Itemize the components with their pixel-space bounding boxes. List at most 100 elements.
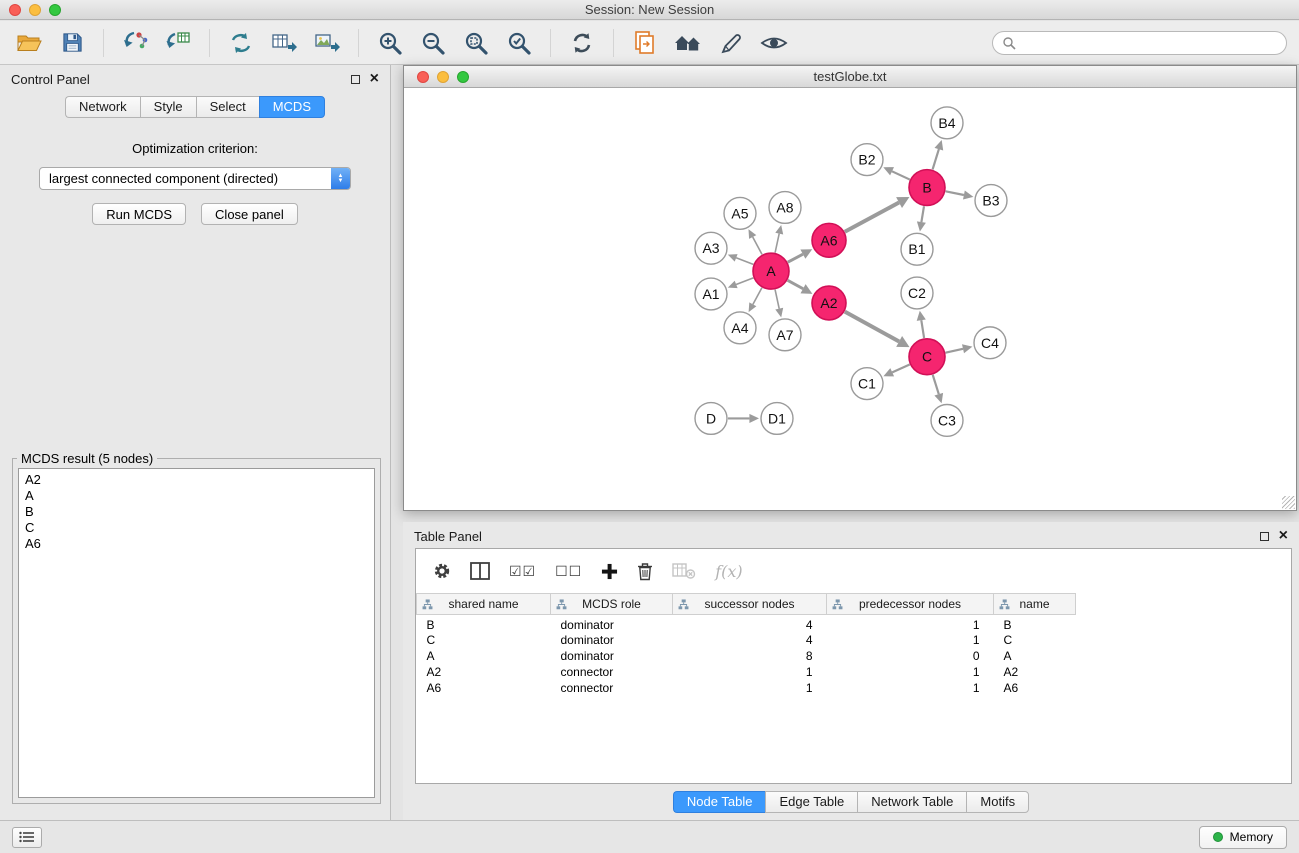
result-item[interactable]: B bbox=[25, 504, 368, 520]
close-panel-button[interactable]: Close panel bbox=[201, 203, 298, 225]
table-cell[interactable]: connector bbox=[551, 680, 673, 696]
graph-edge[interactable] bbox=[933, 140, 944, 169]
column-header[interactable]: shared name bbox=[417, 594, 551, 615]
table-cell[interactable]: 0 bbox=[827, 648, 994, 664]
graph-node[interactable]: A6 bbox=[812, 223, 846, 257]
graph-node[interactable]: A bbox=[753, 253, 789, 289]
graph-edge[interactable] bbox=[788, 249, 812, 262]
float-panel-icon[interactable] bbox=[351, 75, 360, 84]
result-item[interactable]: A6 bbox=[25, 536, 368, 552]
tab-network[interactable]: Network bbox=[65, 96, 140, 118]
import-network-button[interactable] bbox=[118, 24, 152, 62]
close-window-button[interactable] bbox=[9, 4, 21, 16]
graph-node[interactable]: A1 bbox=[695, 278, 727, 310]
graph-node[interactable]: B1 bbox=[901, 233, 933, 265]
task-history-button[interactable] bbox=[12, 827, 42, 848]
zoom-out-button[interactable] bbox=[416, 24, 450, 62]
import-table-button[interactable] bbox=[161, 24, 195, 62]
graph-edge[interactable] bbox=[845, 197, 910, 232]
graph-node[interactable]: B bbox=[909, 170, 945, 206]
table-cell[interactable]: 1 bbox=[827, 680, 994, 696]
close-table-panel-icon[interactable]: × bbox=[1279, 528, 1288, 544]
graph-edge[interactable] bbox=[775, 225, 783, 253]
mcds-result-list[interactable]: A2ABCA6 bbox=[18, 468, 375, 798]
table-cell[interactable]: 4 bbox=[673, 632, 827, 648]
graph-edge[interactable] bbox=[728, 254, 754, 264]
graph-edge[interactable] bbox=[917, 311, 926, 338]
delete-column-button[interactable] bbox=[637, 562, 653, 581]
search-input[interactable] bbox=[1021, 35, 1277, 50]
column-header[interactable]: name bbox=[994, 594, 1076, 615]
graph-node[interactable]: C4 bbox=[974, 327, 1006, 359]
graph-edge[interactable] bbox=[845, 312, 910, 347]
zoom-in-button[interactable] bbox=[373, 24, 407, 62]
table-row[interactable]: Cdominator41C bbox=[417, 632, 1292, 648]
graph-edge[interactable] bbox=[946, 344, 973, 353]
tab-network-table[interactable]: Network Table bbox=[857, 791, 966, 813]
result-item[interactable]: C bbox=[25, 520, 368, 536]
zoom-window-button[interactable] bbox=[49, 4, 61, 16]
table-cell[interactable]: 1 bbox=[673, 664, 827, 680]
graph-edge[interactable] bbox=[749, 288, 762, 312]
column-header[interactable]: successor nodes bbox=[673, 594, 827, 615]
home-views-button[interactable] bbox=[671, 24, 705, 62]
graph-node[interactable]: C1 bbox=[851, 368, 883, 400]
close-panel-icon[interactable]: × bbox=[370, 71, 379, 87]
tab-node-table[interactable]: Node Table bbox=[673, 791, 766, 813]
table-cell[interactable]: A6 bbox=[994, 680, 1076, 696]
column-header[interactable]: predecessor nodes bbox=[827, 594, 994, 615]
network-window-titlebar[interactable]: testGlobe.txt bbox=[404, 66, 1296, 88]
tab-motifs[interactable]: Motifs bbox=[966, 791, 1029, 813]
column-header[interactable]: MCDS role bbox=[551, 594, 673, 615]
graph-node[interactable]: B2 bbox=[851, 144, 883, 176]
tab-mcds[interactable]: MCDS bbox=[259, 96, 325, 118]
table-row[interactable]: Adominator80A bbox=[417, 648, 1292, 664]
add-column-button[interactable] bbox=[601, 563, 618, 580]
refresh-button[interactable] bbox=[565, 24, 599, 62]
memory-button[interactable]: Memory bbox=[1199, 826, 1287, 849]
table-cell[interactable]: 1 bbox=[827, 632, 994, 648]
resize-grip-icon[interactable] bbox=[1282, 496, 1295, 509]
graph-edge[interactable] bbox=[728, 278, 754, 288]
table-row[interactable]: A2connector11A2 bbox=[417, 664, 1292, 680]
function-builder-button[interactable]: f(x) bbox=[715, 562, 742, 581]
graph-edge[interactable] bbox=[883, 364, 909, 376]
graph-node[interactable]: A5 bbox=[724, 197, 756, 229]
graph-node[interactable]: D bbox=[695, 403, 727, 435]
run-mcds-button[interactable]: Run MCDS bbox=[92, 203, 186, 225]
table-cell[interactable]: A6 bbox=[417, 680, 551, 696]
result-item[interactable]: A bbox=[25, 488, 368, 504]
criterion-dropdown[interactable]: largest connected component (directed) ▲… bbox=[39, 167, 351, 190]
table-row[interactable]: Bdominator41B bbox=[417, 615, 1292, 633]
table-cell[interactable]: 4 bbox=[673, 615, 827, 633]
zoom-selected-button[interactable] bbox=[502, 24, 536, 62]
graph-node[interactable]: C2 bbox=[901, 277, 933, 309]
table-cell[interactable]: A2 bbox=[994, 664, 1076, 680]
graph-node[interactable]: A4 bbox=[724, 312, 756, 344]
graph-node[interactable]: A2 bbox=[812, 286, 846, 320]
table-cell[interactable]: dominator bbox=[551, 615, 673, 633]
graph-edge[interactable] bbox=[917, 206, 926, 231]
table-cell[interactable]: B bbox=[417, 615, 551, 633]
graph-edge[interactable] bbox=[788, 280, 813, 294]
graph-node[interactable]: C bbox=[909, 339, 945, 375]
graph-edge[interactable] bbox=[775, 290, 783, 318]
table-settings-button[interactable] bbox=[433, 562, 451, 580]
table-cell[interactable]: A bbox=[994, 648, 1076, 664]
duplicate-network-button[interactable] bbox=[628, 24, 662, 62]
tab-style[interactable]: Style bbox=[140, 96, 196, 118]
network-view-window[interactable]: testGlobe.txt B4B2BB3A5A8A6B1A3AC2A1A2A4… bbox=[403, 65, 1297, 511]
select-all-button[interactable]: ☑☑ bbox=[509, 563, 536, 580]
table-cell[interactable]: 1 bbox=[827, 664, 994, 680]
deselect-all-button[interactable]: ☐☐ bbox=[555, 563, 582, 580]
table-row[interactable]: A6connector11A6 bbox=[417, 680, 1292, 696]
export-network-button[interactable] bbox=[224, 24, 258, 62]
show-columns-button[interactable] bbox=[470, 562, 490, 580]
float-table-panel-icon[interactable] bbox=[1260, 532, 1269, 541]
graph-node[interactable]: A7 bbox=[769, 319, 801, 351]
graph-edge[interactable] bbox=[728, 414, 759, 423]
table-cell[interactable]: B bbox=[994, 615, 1076, 633]
graph-edge[interactable] bbox=[946, 191, 974, 200]
graph-edge[interactable] bbox=[883, 167, 910, 179]
open-file-button[interactable] bbox=[12, 24, 46, 62]
